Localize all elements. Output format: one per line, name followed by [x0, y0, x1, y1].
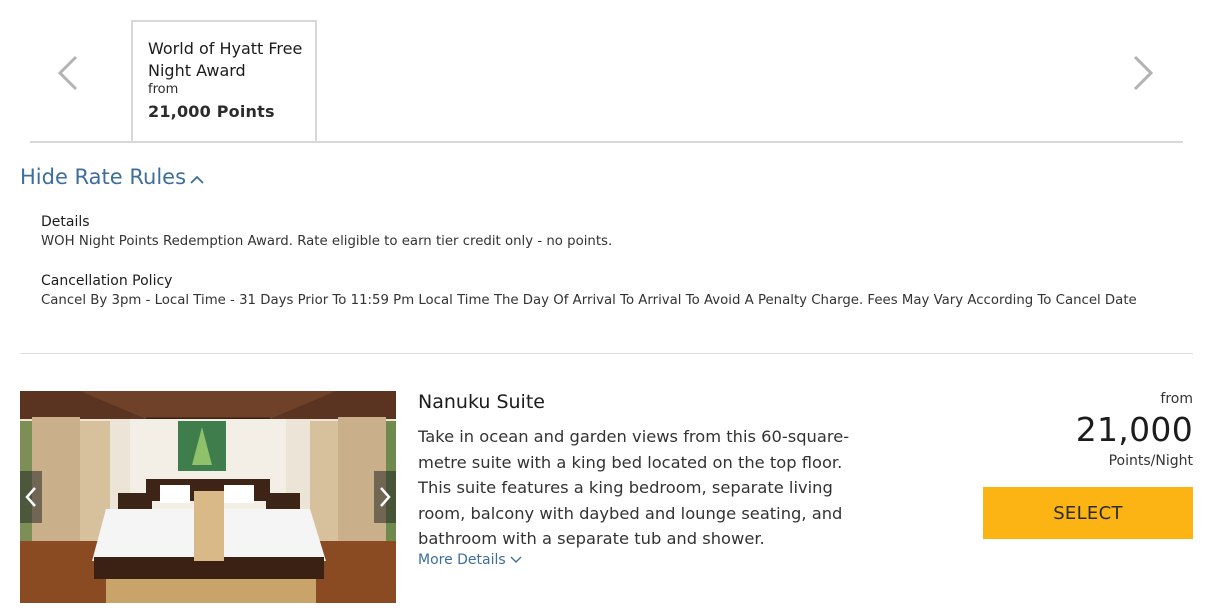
- chevron-left-icon: [25, 487, 36, 507]
- cancellation-heading: Cancellation Policy: [41, 273, 173, 289]
- carousel-next-button[interactable]: [1131, 55, 1155, 91]
- room-photo-gallery[interactable]: [20, 391, 396, 603]
- price-unit: Points/Night: [1108, 453, 1193, 469]
- chevron-right-icon: [380, 487, 391, 507]
- details-heading: Details: [41, 214, 90, 230]
- rate-tab-from-label: from: [148, 82, 179, 97]
- chevron-right-icon: [1133, 55, 1154, 91]
- section-divider: [20, 353, 1193, 354]
- price-value: 21,000: [1075, 410, 1193, 449]
- rate-tab-points: 21,000 Points: [148, 102, 275, 121]
- select-button[interactable]: SELECT: [983, 487, 1193, 539]
- details-text: WOH Night Points Redemption Award. Rate …: [41, 234, 613, 249]
- room-description: Take in ocean and garden views from this…: [418, 427, 850, 548]
- cancellation-text: Cancel By 3pm - Local Time - 31 Days Pri…: [41, 293, 1137, 308]
- room-photo: [20, 391, 396, 603]
- tab-bar-divider: [30, 141, 1183, 143]
- more-details-label: More Details: [418, 552, 506, 568]
- hide-rate-rules-toggle[interactable]: Hide Rate Rules: [20, 165, 204, 190]
- room-name: Nanuku Suite: [418, 391, 545, 413]
- chevron-down-icon: [510, 552, 522, 568]
- hide-rate-rules-label: Hide Rate Rules: [20, 165, 187, 189]
- chevron-up-icon: [190, 166, 204, 190]
- rate-tab-free-night-award[interactable]: World of Hyatt Free Night Award from 21,…: [131, 20, 317, 143]
- photo-next-button[interactable]: [374, 471, 396, 523]
- more-details-toggle[interactable]: More Details: [418, 552, 522, 568]
- carousel-prev-button[interactable]: [56, 55, 80, 91]
- chevron-left-icon: [57, 55, 78, 91]
- photo-prev-button[interactable]: [20, 471, 42, 523]
- rate-tab-title: World of Hyatt Free Night Award: [148, 39, 303, 80]
- price-from-label: from: [1160, 391, 1193, 407]
